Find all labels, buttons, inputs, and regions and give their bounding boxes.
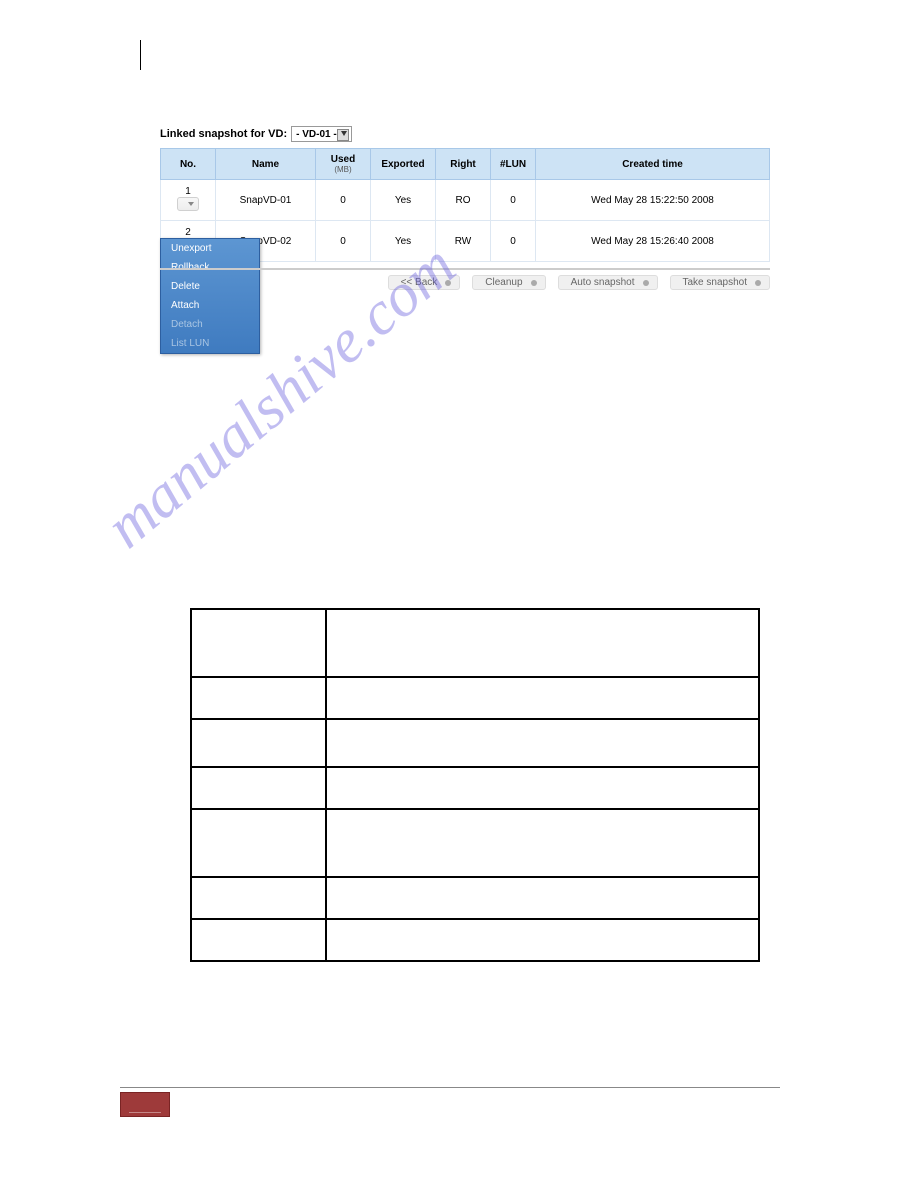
cell-lun: 0: [491, 221, 536, 262]
dot-icon: [755, 280, 761, 286]
desc-row: [191, 809, 759, 877]
cleanup-button[interactable]: Cleanup: [472, 275, 545, 290]
cell-exported: Yes: [371, 180, 436, 221]
page-footer: [120, 1087, 780, 1120]
cell-name: SnapVD-01: [216, 180, 316, 221]
auto-snapshot-button[interactable]: Auto snapshot: [558, 275, 658, 290]
table-header-row: No. Name Used (MB) Exported Right #LUN C…: [161, 149, 770, 180]
vd-select-dropdown[interactable]: - VD-01 -: [291, 126, 352, 142]
menu-item-unexport[interactable]: Unexport: [161, 239, 259, 258]
take-snapshot-button[interactable]: Take snapshot: [670, 275, 771, 290]
panel-header: Linked snapshot for VD: - VD-01 -: [160, 126, 770, 142]
auto-label: Auto snapshot: [571, 277, 635, 288]
dot-icon: [531, 280, 537, 286]
desc-row: [191, 767, 759, 809]
page-number-box: [120, 1092, 170, 1117]
desc-row: [191, 609, 759, 677]
cell-exported: Yes: [371, 221, 436, 262]
col-right: Right: [436, 149, 491, 180]
col-used: Used (MB): [316, 149, 371, 180]
row-menu-button[interactable]: [177, 197, 199, 211]
chevron-down-icon: [341, 131, 347, 136]
cell-used: 0: [316, 180, 371, 221]
text-cursor: [140, 40, 141, 70]
cell-lun: 0: [491, 180, 536, 221]
context-menu: Unexport Rollback Delete Attach Detach L…: [160, 238, 260, 354]
row-number: 1: [185, 186, 191, 197]
row-no-cell: 1: [161, 180, 216, 221]
table-row: 1 SnapVD-01 0 Yes RO 0 Wed May 28 15:22:…: [161, 180, 770, 221]
col-name: Name: [216, 149, 316, 180]
menu-item-attach[interactable]: Attach: [161, 296, 259, 315]
row-number: 2: [185, 227, 191, 238]
desc-row: [191, 677, 759, 719]
back-label: << Back: [401, 277, 438, 288]
take-label: Take snapshot: [683, 277, 748, 288]
cell-created: Wed May 28 15:26:40 2008: [536, 221, 770, 262]
cell-right: RW: [436, 221, 491, 262]
col-used-sublabel: (MB): [320, 165, 366, 174]
desc-row: [191, 877, 759, 919]
menu-item-detach: Detach: [161, 315, 259, 334]
col-exported: Exported: [371, 149, 436, 180]
desc-row: [191, 919, 759, 961]
dot-icon: [643, 280, 649, 286]
col-used-label: Used: [331, 154, 355, 165]
dot-icon: [445, 280, 451, 286]
col-no: No.: [161, 149, 216, 180]
back-button[interactable]: << Back: [388, 275, 461, 290]
cell-created: Wed May 28 15:22:50 2008: [536, 180, 770, 221]
menu-item-list-lun: List LUN: [161, 334, 259, 353]
description-table: [190, 608, 760, 962]
toolbar: << Back Cleanup Auto snapshot Take snaps…: [160, 268, 770, 290]
col-created: Created time: [536, 149, 770, 180]
dropdown-value: - VD-01 -: [296, 129, 337, 140]
desc-row: [191, 719, 759, 767]
col-lun: #LUN: [491, 149, 536, 180]
cell-used: 0: [316, 221, 371, 262]
cell-right: RO: [436, 180, 491, 221]
cleanup-label: Cleanup: [485, 277, 522, 288]
header-label: Linked snapshot for VD:: [160, 128, 287, 140]
